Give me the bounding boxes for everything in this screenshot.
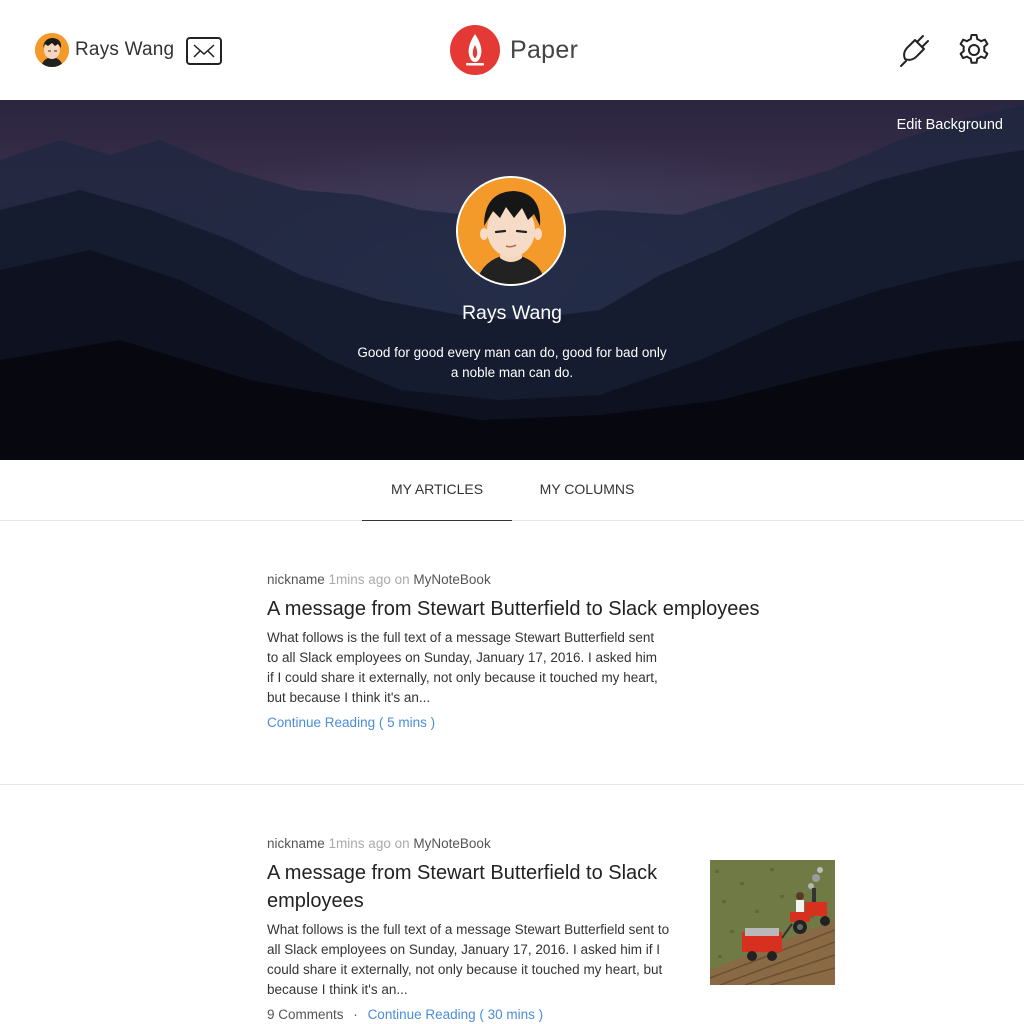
profile-avatar[interactable] — [456, 176, 566, 286]
article-footer: 9 Comments · Continue Reading ( 30 mins … — [267, 1007, 543, 1022]
article-excerpt: What follows is the full text of a messa… — [267, 630, 658, 705]
article-excerpt: What follows is the full text of a messa… — [267, 922, 670, 997]
user-menu[interactable]: Rays Wang — [35, 32, 174, 68]
article-meta: nickname 1mins ago on MyNoteBook — [267, 572, 491, 587]
tractor-illustration — [710, 860, 835, 985]
tab-my-articles[interactable]: MY ARTICLES — [362, 460, 512, 521]
separator-dot: · — [353, 1007, 358, 1022]
article-time: 1mins ago — [328, 836, 391, 851]
user-name: Rays Wang — [75, 39, 175, 60]
meta-on: on — [394, 572, 410, 587]
notebook-link[interactable]: MyNoteBook — [413, 572, 490, 587]
article-meta: nickname 1mins ago on MyNoteBook — [267, 836, 491, 851]
plugin-button[interactable] — [898, 32, 932, 68]
tab-my-columns[interactable]: MY COLUMNS — [512, 460, 662, 520]
top-bar: Rays Wang Paper — [0, 0, 1024, 100]
avatar — [35, 33, 69, 67]
brand[interactable]: Paper — [450, 25, 578, 75]
article-title[interactable]: A message from Stewart Butterfield to Sl… — [267, 859, 687, 915]
article-card: nickname 1mins ago on MyNoteBook A messa… — [0, 521, 1024, 785]
article-title[interactable]: A message from Stewart Butterfield to Sl… — [267, 595, 787, 623]
profile-name: Rays Wang — [461, 302, 563, 324]
plug-icon — [900, 35, 929, 67]
mail-button[interactable] — [186, 37, 222, 65]
author-link[interactable]: nickname — [267, 836, 325, 851]
flame-logo-icon — [450, 25, 500, 75]
article-thumbnail[interactable] — [710, 860, 835, 985]
gear-icon — [959, 34, 989, 64]
profile-hero: Edit Background Rays Wang Good for good … — [0, 100, 1024, 460]
settings-button[interactable] — [956, 32, 992, 68]
comments-link[interactable]: 9 Comments — [267, 1007, 344, 1022]
article-card: nickname 1mins ago on MyNoteBook A messa… — [0, 785, 1024, 1024]
meta-on: on — [394, 836, 410, 851]
profile-bio: Good for good every man can do, good for… — [357, 345, 667, 380]
envelope-icon — [186, 37, 222, 65]
continue-reading-link[interactable]: Continue Reading ( 30 mins ) — [368, 1007, 544, 1022]
author-link[interactable]: nickname — [267, 572, 325, 587]
continue-reading-link[interactable]: Continue Reading ( 5 mins ) — [267, 715, 435, 730]
article-footer: Continue Reading ( 5 mins ) — [267, 715, 435, 730]
profile-tabs: MY ARTICLES MY COLUMNS — [0, 460, 1024, 521]
article-time: 1mins ago — [328, 572, 391, 587]
brand-name: Paper — [510, 35, 579, 64]
edit-background-button[interactable]: Edit Background — [897, 117, 1003, 133]
notebook-link[interactable]: MyNoteBook — [413, 836, 490, 851]
